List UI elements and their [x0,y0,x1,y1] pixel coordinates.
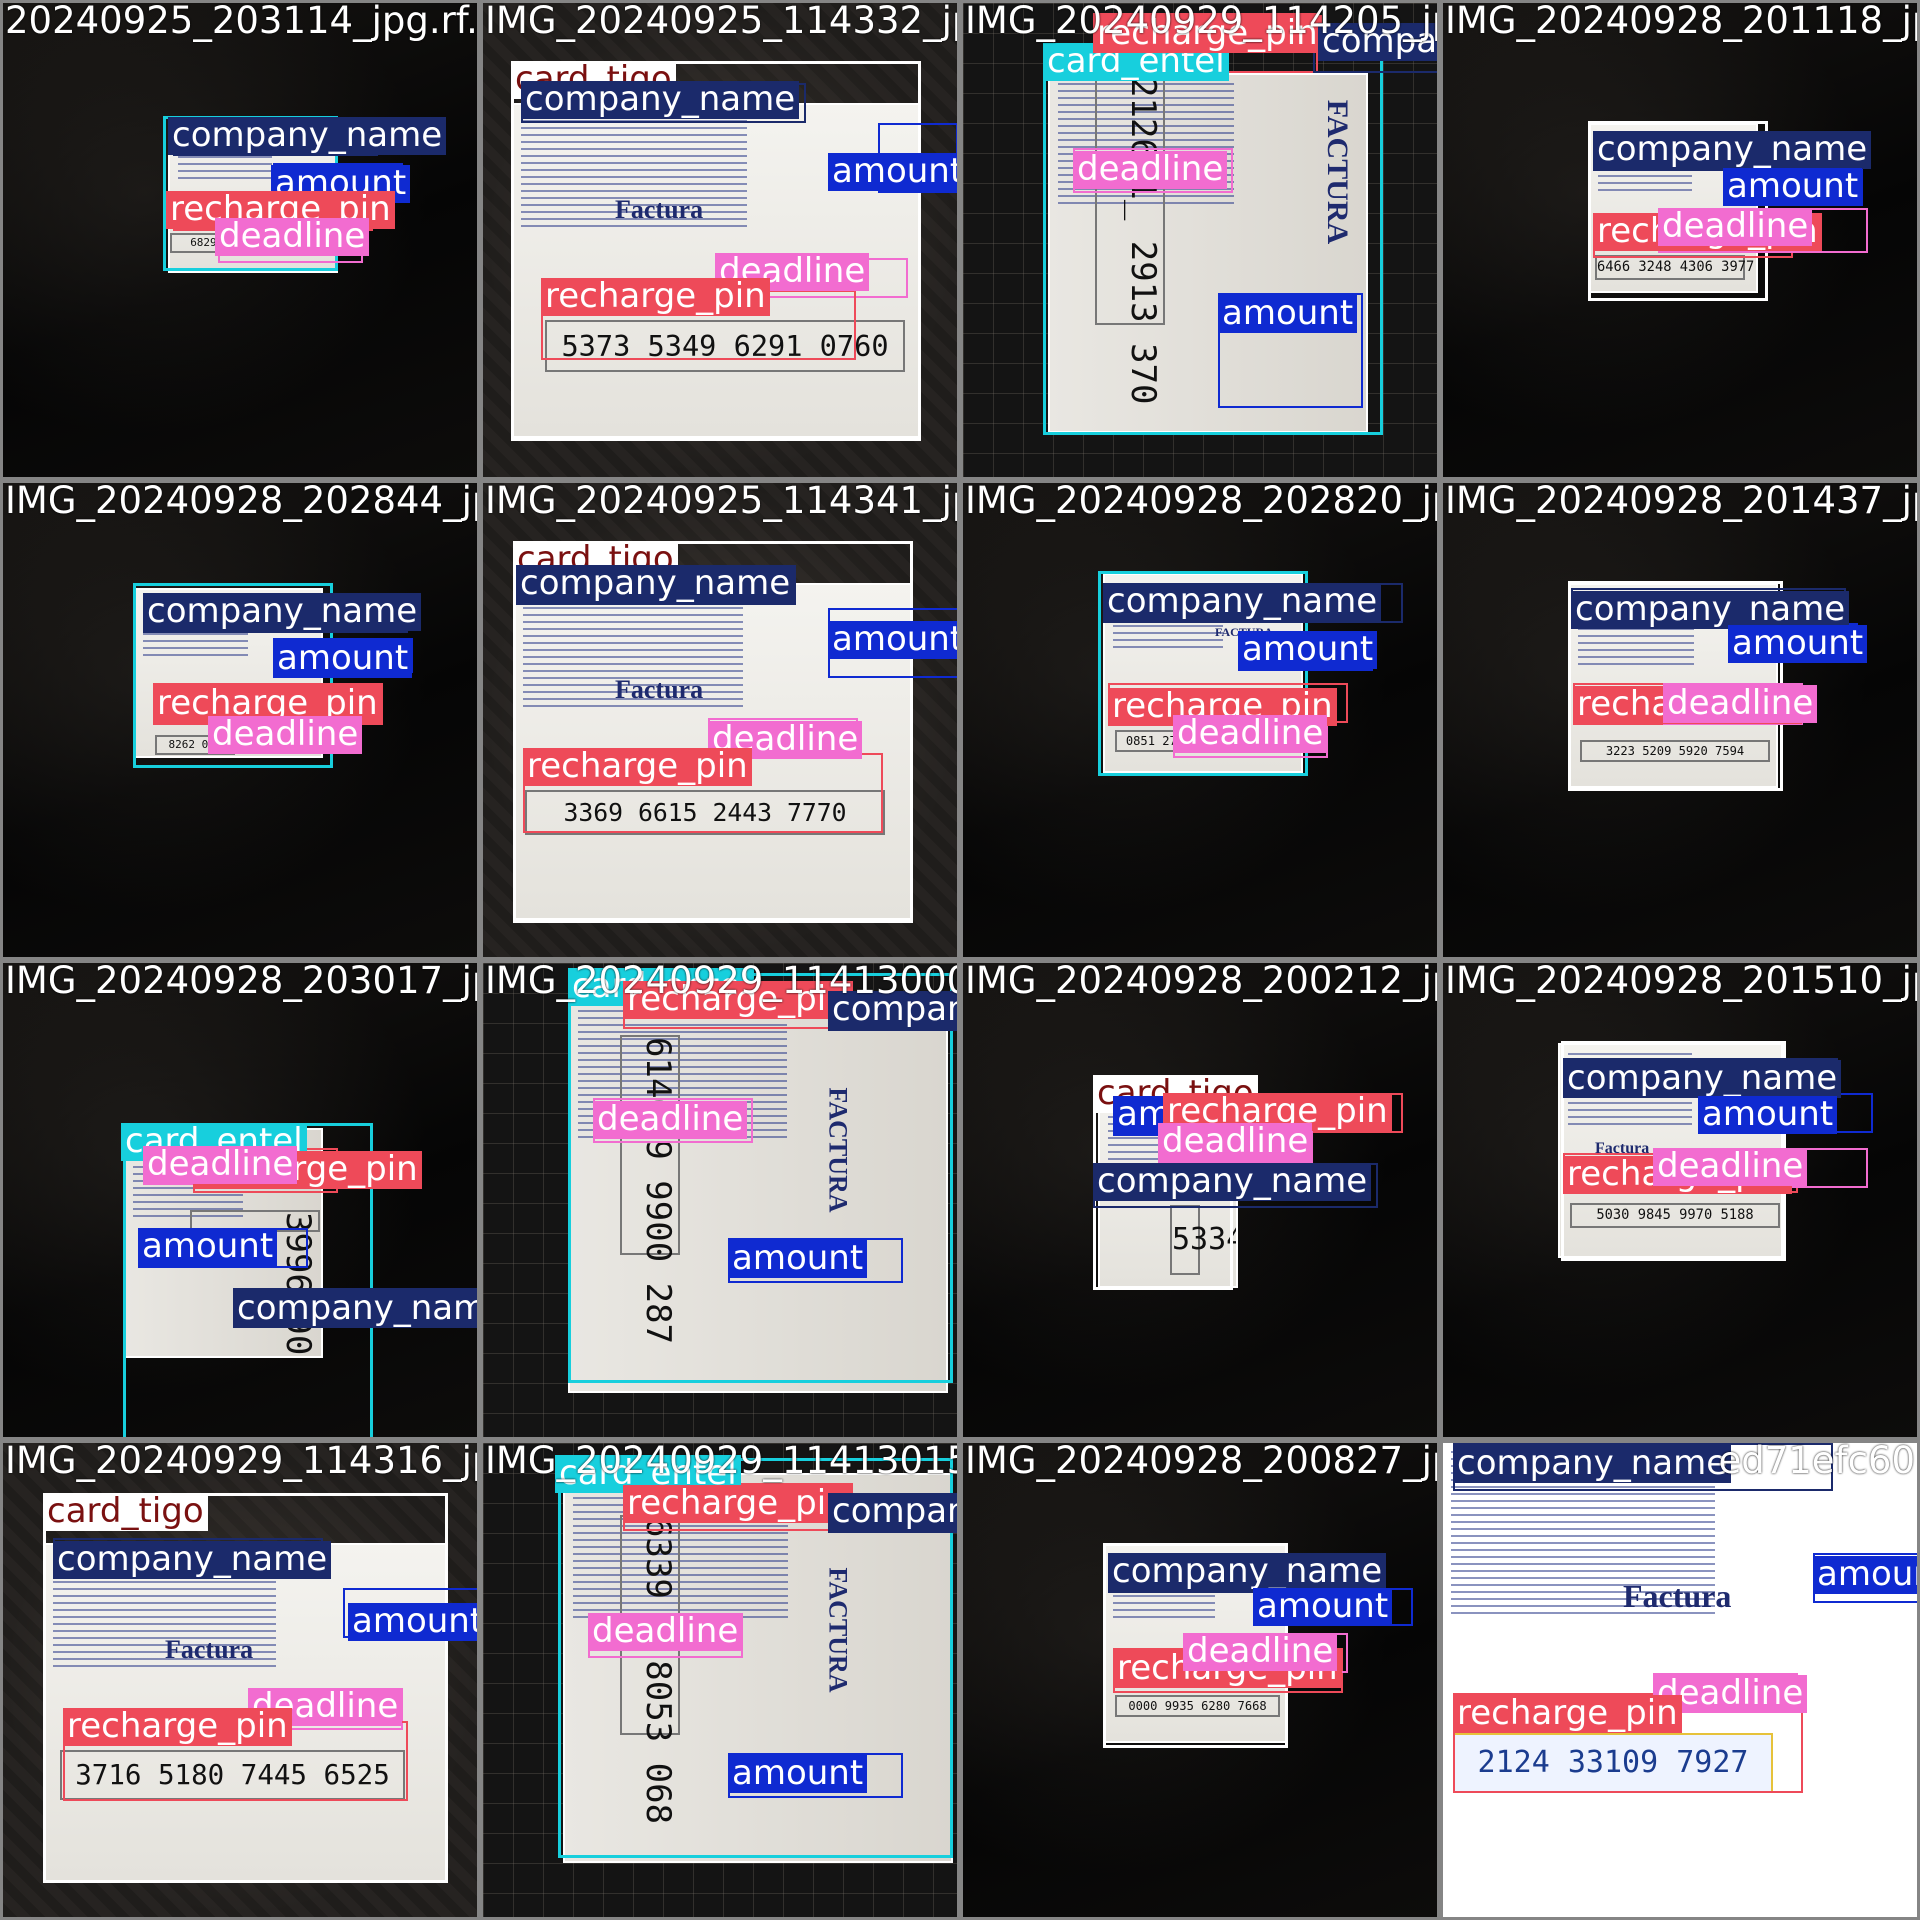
bbox-label-amount: amount [828,621,957,659]
bbox-label-amount: amount [1218,295,1358,333]
bbox-label-deadline: deadline [208,716,363,754]
tile-filename-caption: IMG_20240928_202844_jpg.rf.9e1b [5,480,477,522]
bbox-label-amount: amount [1813,1556,1917,1594]
bbox-label-recharge-pin: recharge_pin [623,1485,852,1523]
mosaic-tile: Factura 5030 9845 9970 5188 company_name am… [1440,960,1920,1440]
bbox-label-deadline: deadline [1653,1148,1808,1186]
tile-filename-caption: IMG_20240928_200212_jpg.rf.7c1b [965,960,1437,1002]
bbox-label-deadline: deadline [1173,715,1328,753]
tile-filename-caption: IMG_20240929_114316_jpg.rf.1b [5,1440,477,1482]
bbox-label-deadline: deadline [1158,1123,1313,1161]
tile-filename-caption: ed71efc60 [1718,1440,1915,1482]
mosaic-tile: Factura 3369 6615 2443 7770 card_tigo compa… [480,480,960,960]
bbox-label-amount: amount [1238,631,1378,669]
tile-filename-caption: IMG_20240925_114341_jpg.rf.2ab2 [485,480,957,522]
tile-filename-caption: IMG_20240925_114332_jpg.rf.eaa8813 [485,0,957,42]
bbox-label-deadline: deadline [1073,151,1228,189]
bbox-label-company-name: company_name [1093,1163,1372,1201]
bbox-label-amount: amount [138,1228,278,1266]
mosaic-tile: Factura2124 33109 7927company_nameamount… [1440,1440,1920,1920]
bbox-label-amount: amount [273,640,413,678]
mosaic-tile: FACTURA0851 279company_nameamountrecharg… [960,480,1440,960]
bbox-label-amount: amount [828,153,957,191]
bbox-label-recharge-pin: recharge_pin [541,278,770,316]
bbox-label-company-name: company_name [1563,1060,1842,1098]
tile-filename-caption: IMG_20240928_203017_jpg.rf.e8 [5,960,477,1002]
bbox-label-company-name: company_name [1103,583,1382,621]
mosaic-tile: 6829 7619company_nameamountrecharge_pind… [0,0,480,480]
bbox-label-amount: amount [728,1755,868,1793]
bbox-label-deadline: deadline [593,1101,748,1139]
bbox-label-company-name: company_name [168,117,447,155]
bbox-label-deadline: deadline [143,1146,298,1184]
mosaic-tile: FACTURA 2126 1_ 2913 370 card_entel recharg… [960,0,1440,480]
mosaic-tile: 6466 3248 4306 3977company_nameamountrec… [1440,0,1920,480]
tile-filename-caption: IMG_20240928_200827_jpg.rf.7f24 [965,1440,1437,1482]
bbox-label-company-name: company_name [233,1290,477,1328]
mosaic-tile: 3996 9033 6094 469card_entelrecharge_pin… [0,960,480,1440]
bbox-label-company-name: company_name [143,593,422,631]
bbox-label-amount: amount [348,1603,477,1641]
tile-filename-caption: 20240925_203114_jpg.rf.169b2307ed0e2d5 [5,0,478,42]
mosaic-tile: Factura 3716 5180 7445 6525 card_tigo compa… [0,1440,480,1920]
bbox-label-company-name: company_name [516,565,795,603]
bbox-label-card-tigo: card_tigo [43,1493,208,1531]
tile-filename-caption: IMG_20240928_201118_jpg.rf.64a1b [1445,0,1917,42]
bbox-label-recharge-pin: recharge_pin [523,748,752,786]
mosaic-tile: Factura 5373 5349 6291 0760 card_tigo compa… [480,0,960,480]
bbox-label-amount: amount [728,1240,868,1278]
bbox-label-deadline: deadline [588,1613,743,1651]
bbox-card-entel [568,973,953,1383]
tile-filename-caption: IMG_20240928_201437_jpg.rf.382e6559a [1445,480,1917,522]
bbox-label-company-name: company_name [828,1493,957,1531]
mosaic-tile: FACTURA8262 046company_nameamountrecharg… [0,480,480,960]
tile-filename-caption: IMG_20240929_114205_jpg.rf.4b4c [965,0,1437,42]
bbox-label-deadline: deadline [215,218,370,256]
bbox-label-amount: amount [1253,1588,1393,1626]
tile-filename-caption: IMG_20240928_202820_jpg.rf.7c8e [965,480,1437,522]
tile-filename-caption: IMG_20240929_114130004_jpg.rf.c [485,960,957,1002]
tile-filename-caption: IMG_20240929_114130156_jpg.rf.b [485,1440,957,1482]
mosaic-tile: 5334 1214card_tigoamountrecharge_pindead… [960,960,1440,1440]
mosaic-tile: Factura3223 5209 5920 7594company_nameam… [1440,480,1920,960]
bbox-label-company-name: company_name [521,81,800,119]
tile-filename-caption: IMG_20240928_201510_jpg.rf.5e8207 [1445,960,1917,1002]
bbox-label-company-name: company_name [53,1541,332,1579]
bbox-label-deadline: deadline [1658,208,1813,246]
mosaic-tile: 0000 9935 6280 7668company_nameamountrec… [960,1440,1440,1920]
mosaic-tile: FACTURA6146 9 9900 287card_entelrecharge… [480,960,960,1440]
bbox-label-company-name: company_name [1453,1445,1732,1483]
mosaic-grid: 6829 7619company_nameamountrecharge_pind… [0,0,1920,1920]
bbox-label-recharge-pin: recharge_pin [63,1708,292,1746]
bbox-label-deadline: deadline [1663,685,1818,723]
bbox-label-deadline: deadline [1183,1633,1338,1671]
bbox-label-company-name: company_name [1593,131,1872,169]
bbox-label-recharge-pin: recharge_pin [1453,1695,1682,1733]
bbox-label-amount: amount [1723,168,1863,206]
bbox-label-amount: amount [1698,1096,1838,1134]
bbox-label-amount: amount [1728,625,1868,663]
card-factura-heading: Factura [1623,1578,1732,1614]
mosaic-tile: FACTURA 6339 6 8053 068 card_entel recharge… [480,1440,960,1920]
